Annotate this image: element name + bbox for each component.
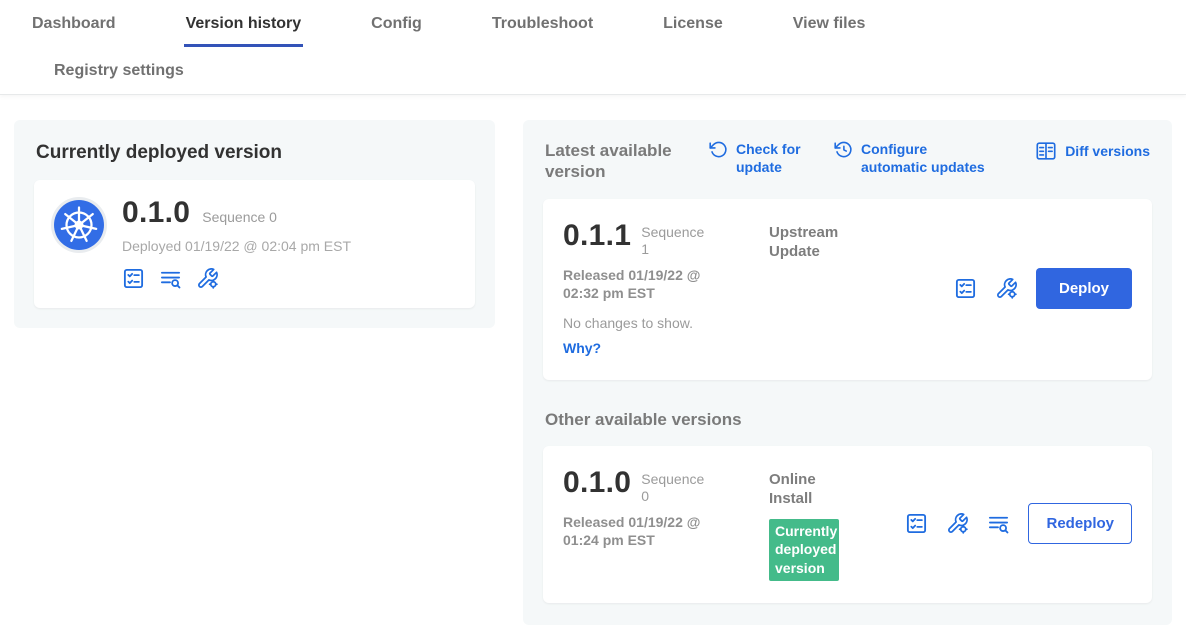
configure-updates-link[interactable]: Configure automatic updates	[834, 140, 989, 176]
deployed-version-card: 0.1.0 Sequence 0 Deployed 01/19/22 @ 02:…	[34, 180, 475, 308]
latest-version-number: 0.1.1	[563, 219, 631, 252]
refresh-ccw-icon	[709, 140, 728, 159]
available-versions-panel: Latest available version Check for updat…	[523, 120, 1172, 625]
deployed-timestamp: Deployed 01/19/22 @ 02:04 pm EST	[122, 238, 351, 254]
deploy-button[interactable]: Deploy	[1036, 268, 1132, 309]
latest-card-actions: Deploy	[954, 268, 1132, 309]
other-version-number: 0.1.0	[563, 466, 631, 499]
wrench-gear-icon[interactable]	[995, 277, 1018, 300]
tab-version-history[interactable]: Version history	[184, 0, 304, 47]
latest-sequence: Sequence 1	[641, 219, 711, 259]
other-card-actions: Redeploy	[905, 503, 1132, 544]
latest-version-info: 0.1.1 Sequence 1 Released 01/19/22 @ 02:…	[563, 219, 751, 358]
checklist-icon[interactable]	[905, 512, 928, 535]
tab-config[interactable]: Config	[369, 0, 424, 47]
currently-deployed-badge: Currently deployed version	[769, 519, 839, 581]
deployed-version-number: 0.1.0	[122, 196, 190, 229]
deployed-version-line: 0.1.0 Sequence 0	[122, 196, 351, 229]
why-link[interactable]: Why?	[563, 340, 601, 356]
deployed-actions	[122, 267, 351, 290]
checklist-icon[interactable]	[122, 267, 145, 290]
configure-updates-label: Configure automatic updates	[861, 140, 989, 176]
tab-license[interactable]: License	[661, 0, 725, 47]
check-for-update-link[interactable]: Check for update	[709, 140, 808, 176]
auto-update-clock-icon	[834, 140, 853, 159]
other-source-column: Online Install Currently deployed versio…	[769, 466, 861, 581]
available-panel-title: Latest available version	[545, 140, 683, 183]
deployed-panel-title: Currently deployed version	[36, 142, 473, 164]
kubernetes-logo	[54, 200, 104, 250]
other-source-label: Online Install	[769, 466, 861, 509]
redeploy-button[interactable]: Redeploy	[1028, 503, 1132, 544]
other-version-line: 0.1.0 Sequence 0	[563, 466, 751, 506]
wrench-gear-icon[interactable]	[196, 267, 219, 290]
logs-icon[interactable]	[159, 267, 182, 290]
main-content: Currently deployed version	[0, 95, 1186, 625]
other-released-timestamp: Released 01/19/22 @ 01:24 pm EST	[563, 513, 728, 549]
deployed-version-info: 0.1.0 Sequence 0 Deployed 01/19/22 @ 02:…	[122, 196, 351, 290]
other-sequence: Sequence 0	[641, 466, 711, 506]
diff-versions-label: Diff versions	[1065, 142, 1150, 160]
checklist-icon[interactable]	[954, 277, 977, 300]
latest-source-label: Upstream Update	[769, 219, 861, 358]
no-changes-text: No changes to show.	[563, 315, 751, 331]
diff-versions-link[interactable]: Diff versions	[1035, 140, 1150, 162]
tab-troubleshoot[interactable]: Troubleshoot	[490, 0, 595, 47]
other-versions-title: Other available versions	[545, 410, 1150, 430]
diff-columns-icon	[1035, 140, 1057, 162]
available-header: Latest available version Check for updat…	[543, 138, 1152, 183]
other-version-card: 0.1.0 Sequence 0 Released 01/19/22 @ 01:…	[543, 446, 1152, 603]
deployed-sequence: Sequence 0	[202, 209, 277, 227]
tab-registry-settings[interactable]: Registry settings	[52, 47, 186, 94]
logs-icon[interactable]	[987, 512, 1010, 535]
other-version-info: 0.1.0 Sequence 0 Released 01/19/22 @ 01:…	[563, 466, 751, 581]
currently-deployed-panel: Currently deployed version	[14, 120, 495, 328]
nav-row-secondary: Registry settings	[30, 47, 1186, 94]
nav-row-primary: Dashboard Version history Config Trouble…	[30, 0, 1186, 47]
tab-dashboard[interactable]: Dashboard	[30, 0, 118, 47]
tab-view-files[interactable]: View files	[791, 0, 868, 47]
top-nav: Dashboard Version history Config Trouble…	[0, 0, 1186, 95]
latest-version-line: 0.1.1 Sequence 1	[563, 219, 751, 259]
latest-version-card: 0.1.1 Sequence 1 Released 01/19/22 @ 02:…	[543, 199, 1152, 380]
latest-released-timestamp: Released 01/19/22 @ 02:32 pm EST	[563, 266, 728, 302]
check-for-update-label: Check for update	[736, 140, 808, 176]
wrench-gear-icon[interactable]	[946, 512, 969, 535]
